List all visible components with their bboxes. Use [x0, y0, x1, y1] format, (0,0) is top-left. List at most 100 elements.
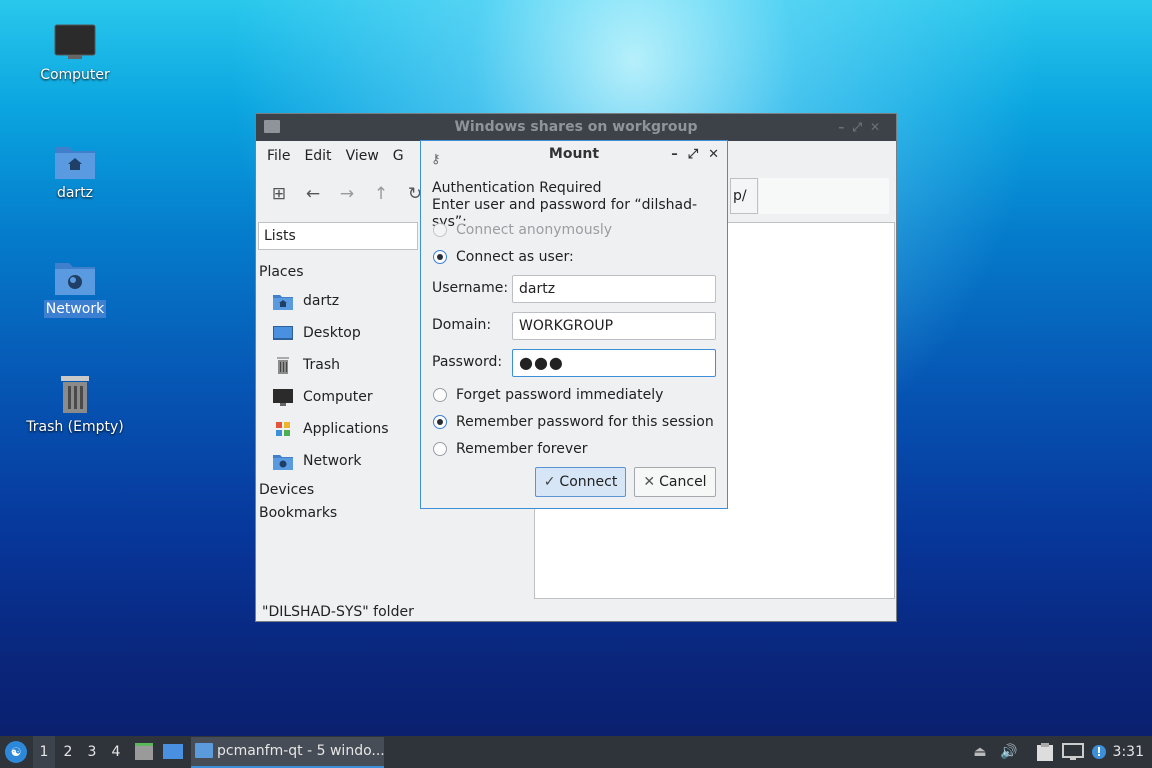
remember-forever-radio[interactable]: Remember forever	[433, 439, 588, 459]
connect-as-user-radio[interactable]: Connect as user:	[433, 247, 574, 267]
desktop-icon-computer[interactable]: Computer	[20, 24, 130, 84]
remember-session-radio[interactable]: Remember password for this session	[433, 412, 714, 432]
sidebar-item-network[interactable]: Network	[259, 445, 419, 477]
workspace-4[interactable]: 4	[105, 736, 127, 768]
sidebar-item-desktop[interactable]: Desktop	[259, 317, 419, 349]
home-folder-icon	[273, 294, 293, 310]
workspace-1[interactable]: 1	[33, 736, 55, 768]
new-tab-icon[interactable]: ⊞	[262, 184, 296, 204]
radio-indicator	[433, 415, 447, 429]
sidebar-item-dartz[interactable]: dartz	[259, 285, 419, 317]
devices-header[interactable]: Devices	[259, 477, 419, 503]
window-controls[interactable]: –⤢✕	[838, 114, 888, 141]
radio-indicator	[433, 442, 447, 456]
connect-anonymously-radio[interactable]: Connect anonymously	[433, 220, 612, 240]
applications-icon	[276, 421, 290, 436]
radio-label: Connect anonymously	[456, 222, 613, 238]
workspace-3[interactable]: 3	[81, 736, 103, 768]
key-icon: ⚷	[431, 152, 441, 167]
connect-button-label: Connect	[559, 474, 618, 490]
sidebar-item-applications[interactable]: Applications	[259, 413, 419, 445]
notification-icon[interactable]	[1089, 742, 1109, 762]
cancel-button-label: Cancel	[659, 474, 707, 490]
desktop-icon	[273, 325, 293, 340]
show-desktop-icon[interactable]	[162, 742, 184, 762]
radio-indicator	[433, 223, 447, 237]
back-icon[interactable]: ←	[296, 184, 330, 204]
domain-field[interactable]: WORKGROUP	[512, 312, 716, 340]
domain-label: Domain:	[432, 317, 492, 333]
desktop-icon-label: dartz	[56, 185, 94, 201]
workspace-2[interactable]: 2	[57, 736, 79, 768]
taskbar-task-pcmanfm[interactable]: pcmanfm-qt - 5 windo...	[191, 737, 384, 768]
cancel-x-icon: ✕	[643, 474, 656, 490]
cancel-button[interactable]: ✕ Cancel	[634, 467, 716, 497]
sidebar-item-label: Applications	[303, 421, 389, 437]
forget-password-radio[interactable]: Forget password immediately	[433, 385, 663, 405]
maximize-icon[interactable]: ⤢	[688, 141, 698, 168]
bookmarks-header[interactable]: Bookmarks	[259, 503, 419, 523]
desktop-icon-label: Network	[43, 300, 107, 318]
desktop-icon-network[interactable]: Network	[20, 258, 130, 318]
forward-icon[interactable]: →	[330, 184, 364, 204]
toolbar: ⊞ ← → ↑ ↻	[262, 176, 432, 212]
side-pane-mode-select[interactable]: Lists	[258, 222, 418, 250]
menu-view[interactable]: View	[339, 148, 386, 164]
password-label: Password:	[432, 354, 503, 370]
username-field[interactable]: dartz	[512, 275, 716, 303]
menu-edit[interactable]: Edit	[297, 148, 338, 164]
desktop-icon-dartz[interactable]: dartz	[20, 142, 130, 202]
radio-label: Forget password immediately	[456, 387, 664, 403]
menu-file[interactable]: File	[260, 148, 297, 164]
dialog-title: Mount	[548, 146, 600, 162]
auth-heading: Authentication Required	[432, 180, 602, 196]
radio-indicator	[433, 250, 447, 264]
connect-button[interactable]: ✓ Connect	[535, 467, 626, 497]
network-status-icon[interactable]	[1062, 742, 1084, 762]
minimize-icon[interactable]: –	[671, 141, 678, 168]
clipboard-icon[interactable]	[1036, 742, 1054, 762]
file-manager-launcher-icon[interactable]	[134, 742, 154, 762]
dialog-titlebar[interactable]: ⚷ Mount – ⤢ ✕	[421, 141, 727, 168]
checkmark-icon: ✓	[543, 474, 556, 490]
radio-indicator	[433, 388, 447, 402]
status-bar: "DILSHAD-SYS" folder	[262, 604, 414, 620]
clock[interactable]: 3:31	[1113, 736, 1144, 768]
sidebar-item-label: dartz	[303, 293, 340, 309]
trash-icon	[277, 356, 289, 374]
menu-go[interactable]: G	[386, 148, 411, 164]
up-icon[interactable]: ↑	[364, 184, 398, 204]
task-label: pcmanfm-qt - 5 windo...	[217, 743, 384, 759]
mount-dialog: ⚷ Mount – ⤢ ✕ Authentication Required En…	[420, 140, 728, 509]
sidebar-item-computer[interactable]: Computer	[259, 381, 419, 413]
folder-icon	[195, 743, 213, 758]
network-icon	[273, 454, 293, 470]
taskbar: ☯ 1 2 3 4 pcmanfm-qt - 5 windo... ⏏ 🔊 3:…	[0, 736, 1152, 768]
eject-icon[interactable]: ⏏	[970, 736, 990, 768]
path-segment[interactable]: p/	[730, 178, 758, 214]
sidebar-item-label: Trash	[303, 357, 340, 373]
computer-icon	[273, 388, 293, 406]
volume-icon[interactable]: 🔊	[998, 736, 1020, 768]
sidebar-item-label: Computer	[303, 389, 373, 405]
sidebar-item-label: Desktop	[303, 325, 361, 341]
start-menu-button[interactable]: ☯	[5, 741, 27, 763]
folder-icon	[264, 120, 280, 133]
path-bar	[759, 178, 889, 214]
desktop-icon-trash[interactable]: Trash (Empty)	[20, 374, 130, 436]
window-titlebar[interactable]: Windows shares on workgroup –⤢✕	[256, 114, 896, 141]
radio-label: Connect as user:	[456, 249, 574, 265]
trash-icon	[61, 376, 89, 413]
places-header[interactable]: Places	[259, 259, 419, 285]
sidebar-item-trash[interactable]: Trash	[259, 349, 419, 381]
close-icon[interactable]: ✕	[708, 141, 719, 168]
password-field[interactable]: ●●●	[512, 349, 716, 377]
computer-icon	[54, 24, 96, 59]
sidebar-item-label: Network	[303, 453, 362, 469]
network-folder-icon	[55, 263, 95, 295]
radio-label: Remember password for this session	[456, 414, 714, 430]
desktop-icon-label: Computer	[40, 67, 110, 83]
window-title: Windows shares on workgroup	[454, 119, 698, 135]
home-folder-icon	[55, 147, 95, 179]
radio-label: Remember forever	[456, 441, 588, 457]
